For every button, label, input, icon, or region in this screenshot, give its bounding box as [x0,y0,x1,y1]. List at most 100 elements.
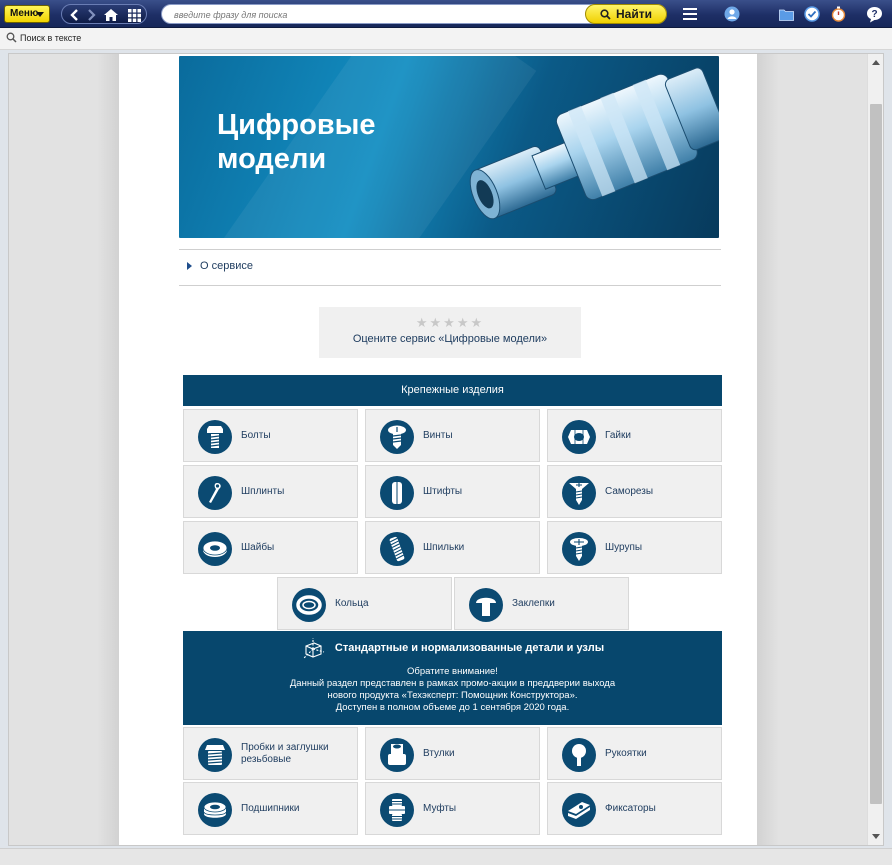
coupling-icon [380,793,414,827]
rating-label: Оцените сервис «Цифровые модели» [352,333,548,345]
category-tile-rings[interactable]: Кольца [277,577,452,630]
standard-parts-title: Стандартные и нормализованные детали и у… [334,642,605,654]
category-tile-threaded-plugs[interactable]: Пробки и заглушки резьбовые [183,727,358,780]
fasteners-section-header: Крепежные изделия [183,375,722,406]
search-in-text-button[interactable]: Поиск в тексте [6,32,81,43]
banner-title: Цифровые модели [217,109,376,175]
folder-button[interactable] [777,5,795,23]
home-icon [104,9,118,21]
category-tile-wood-screws[interactable]: Шурупы [547,521,722,574]
bearing-icon [198,793,232,827]
history-button[interactable] [803,5,821,23]
help-icon: ? [866,6,882,22]
folder-icon [778,9,794,21]
bushing-icon [380,738,414,772]
category-tile-washers[interactable]: Шайбы [183,521,358,574]
left-margin [9,54,119,845]
category-tile-label: Шпильки [423,541,465,553]
search-in-text-label: Поиск в тексте [20,32,82,43]
notice-line: Данный раздел представлен в рамках промо… [289,678,616,689]
about-service-toggle[interactable]: О сервисе [179,249,721,286]
category-tile-label: Винты [423,429,453,441]
self-tapping-screw-icon [562,476,596,510]
threaded-plug-icon [198,738,232,772]
star-rating-icon[interactable]: ★★★★★ [319,315,581,331]
notice-line: нового продукта «Техэксперт: Помощник Ко… [327,690,578,701]
nut-icon [562,420,596,454]
screw-icon [380,420,414,454]
category-tile-bushings[interactable]: Втулки [365,727,540,780]
menu-button[interactable]: Меню [4,5,50,23]
arrow-right-icon [88,9,96,21]
handle-icon [562,738,596,772]
category-tile-cotter-pins[interactable]: Шплинты [183,465,358,518]
category-tile-rivets[interactable]: Заклепки [454,577,629,630]
svg-text:?: ? [871,9,877,20]
category-tile-handles[interactable]: Рукоятки [547,727,722,780]
rivet-icon [469,588,503,622]
grid-icon [127,8,141,22]
magnifier-icon [6,32,17,43]
category-tile-bearings[interactable]: Подшипники [183,782,358,835]
hamburger-icon [683,8,697,20]
timer-button[interactable] [829,5,847,23]
category-tile-label: Кольца [335,597,369,609]
category-tile-pins[interactable]: Штифты [365,465,540,518]
vertical-scrollbar[interactable] [867,54,883,845]
category-tile-label: Муфты [423,802,457,814]
3d-cube-icon [303,638,325,659]
scrollbar-thumb[interactable] [870,104,882,804]
category-tile-studs[interactable]: Шпильки [365,521,540,574]
back-button[interactable] [64,5,84,25]
category-tile-label: Гайки [605,429,631,441]
arrow-left-icon [70,9,78,21]
hamburger-menu-button[interactable] [681,5,699,23]
category-tile-couplings[interactable]: Муфты [365,782,540,835]
banner: Цифровые модели [179,56,719,238]
status-bar [0,848,892,865]
category-tile-label: Заклепки [512,597,555,609]
user-profile-button[interactable] [723,5,741,23]
clock-check-icon [804,6,820,22]
scroll-down-icon[interactable] [872,834,880,839]
ring-icon [292,588,326,622]
right-margin [757,54,867,845]
navigation-group [61,4,147,24]
notice-line: Доступен в полном объеме до 1 сентября 2… [335,702,570,713]
apps-grid-button[interactable] [123,5,145,25]
chevron-down-icon [36,12,44,17]
stud-icon [380,532,414,566]
clamp-icon [562,793,596,827]
fasteners-section-title: Крепежные изделия [401,384,504,396]
standard-parts-title-row: Стандартные и нормализованные детали и у… [183,637,722,659]
category-tile-label: Втулки [423,747,455,759]
category-tile-self-tapping-screws[interactable]: Саморезы [547,465,722,518]
find-button[interactable]: Найти [585,4,667,24]
stopwatch-icon [831,6,845,22]
help-button[interactable]: ? [865,5,883,23]
category-tile-label: Пробки и заглушки резьбовые [241,741,329,765]
pipe-fitting-image [469,67,719,220]
category-tile-nuts[interactable]: Гайки [547,409,722,462]
category-tile-label: Болты [241,429,271,441]
category-tile-bolts[interactable]: Болты [183,409,358,462]
search-icon [600,8,611,20]
wood-screw-icon [562,532,596,566]
category-tile-label: Шурупы [605,541,643,553]
search-input[interactable] [174,7,584,22]
pin-icon [380,476,414,510]
top-toolbar: Меню Найти [0,0,892,28]
category-tile-clamps[interactable]: Фиксаторы [547,782,722,835]
menu-button-label: Меню [10,8,39,19]
rating-widget[interactable]: ★★★★★ Оцените сервис «Цифровые модели» [319,307,581,358]
home-button[interactable] [100,5,122,25]
about-service-label: О сервисе [200,260,253,272]
category-tile-label: Саморезы [605,485,654,497]
category-tile-screws[interactable]: Винты [365,409,540,462]
secondary-toolbar: Поиск в тексте [0,28,892,50]
category-tile-label: Шайбы [241,541,275,553]
notice-line: Обратите внимание! [407,666,498,677]
expand-triangle-icon [187,262,192,270]
forward-button[interactable] [82,5,102,25]
scroll-up-icon[interactable] [872,60,880,65]
